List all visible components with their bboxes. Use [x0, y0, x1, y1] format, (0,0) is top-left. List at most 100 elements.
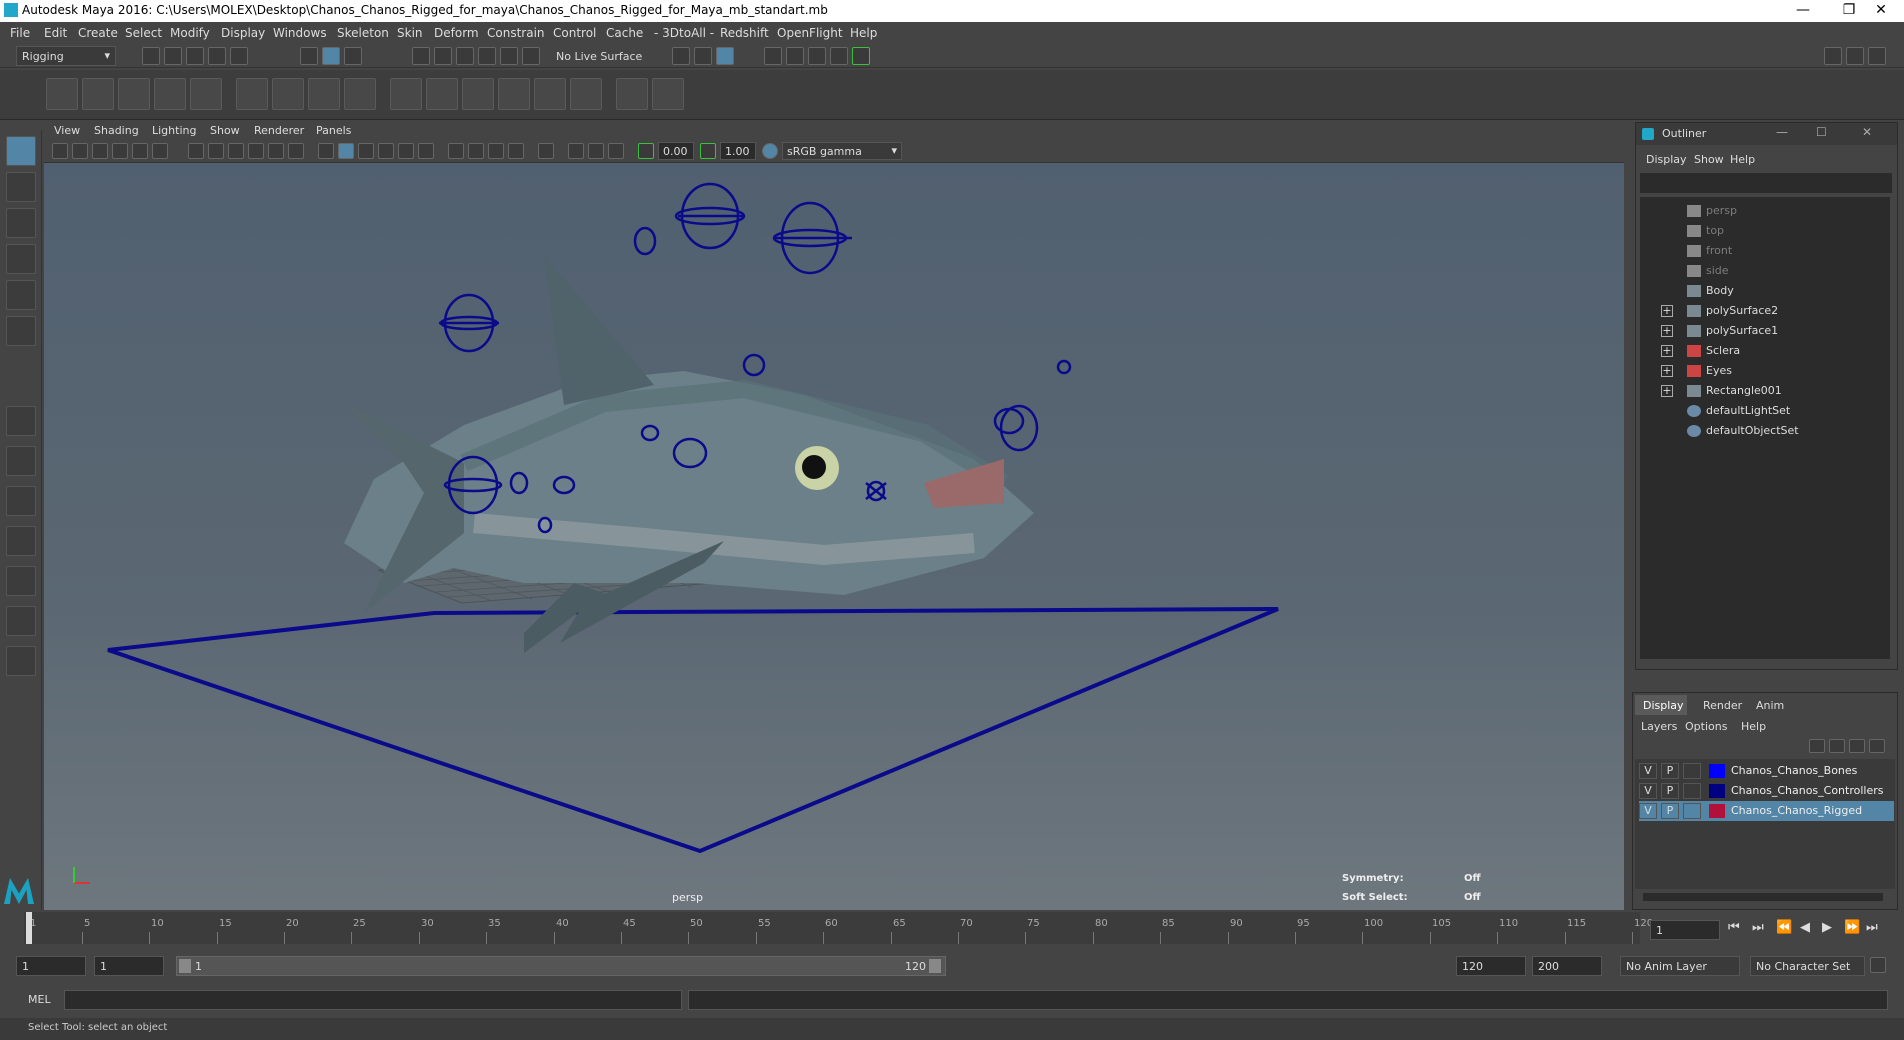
outliner-menu-show[interactable]: Show	[1694, 153, 1724, 166]
group-icon[interactable]	[652, 78, 684, 110]
layer-playback-toggle[interactable]: P	[1661, 763, 1679, 779]
resolution-gate-icon[interactable]	[228, 143, 244, 159]
layer-row[interactable]: V P Chanos_Chanos_Bones	[1639, 761, 1894, 781]
color-management-icon[interactable]	[762, 143, 778, 159]
xray-components-icon[interactable]	[608, 143, 624, 159]
snap-view-icon[interactable]	[478, 47, 496, 65]
joint-tool-icon[interactable]	[46, 78, 78, 110]
start-time-field[interactable]: 1	[16, 956, 86, 976]
step-forward-frame-icon[interactable]: ⏩	[1844, 920, 1860, 935]
ambient-occlusion-icon[interactable]	[448, 143, 464, 159]
camera-select-icon[interactable]	[52, 143, 68, 159]
outliner-item[interactable]: top	[1640, 221, 1880, 241]
end-time-field[interactable]: 200	[1532, 956, 1602, 976]
select-component-icon[interactable]	[344, 47, 362, 65]
menu-edit[interactable]: Edit	[44, 26, 67, 40]
menu-select[interactable]: Select	[125, 26, 162, 40]
construction-history-icon[interactable]	[694, 47, 712, 65]
layer-visibility-toggle[interactable]: V	[1639, 783, 1657, 799]
layer-row-selected[interactable]: V P Chanos_Chanos_Rigged	[1639, 801, 1894, 821]
current-frame-field[interactable]: 1	[1650, 920, 1720, 940]
outliner-item[interactable]: defaultLightSet	[1640, 401, 1880, 421]
safe-action-icon[interactable]	[288, 143, 304, 159]
layer-color-swatch[interactable]	[1709, 764, 1725, 778]
help-menu[interactable]: Help	[1741, 720, 1766, 733]
snap-curve-icon[interactable]	[434, 47, 452, 65]
paint-select-tool-icon[interactable]	[6, 208, 36, 238]
layer-display-type-toggle[interactable]	[1683, 803, 1701, 819]
menu-control[interactable]: Control	[553, 26, 596, 40]
hypershade-icon[interactable]	[830, 47, 848, 65]
redo-icon[interactable]	[230, 47, 248, 65]
menuset-dropdown[interactable]: Rigging ▾	[16, 46, 116, 66]
persp-outliner-layout-icon[interactable]	[6, 486, 36, 516]
ik-spline-icon[interactable]	[118, 78, 150, 110]
layer-visibility-toggle[interactable]: V	[1639, 803, 1657, 819]
outliner-item[interactable]: + Rectangle001	[1640, 381, 1880, 401]
lasso-tool-icon[interactable]	[6, 172, 36, 202]
shadows-icon[interactable]	[418, 143, 434, 159]
workspace-icon[interactable]	[1824, 47, 1842, 65]
vp-menu-show[interactable]: Show	[210, 124, 240, 137]
menu-openflight[interactable]: OpenFlight	[777, 26, 843, 40]
use-all-lights-icon[interactable]	[398, 143, 414, 159]
expand-icon[interactable]: +	[1661, 385, 1673, 397]
tab-render[interactable]: Render	[1703, 699, 1742, 712]
outliner-item[interactable]: persp	[1640, 201, 1880, 221]
lattice-icon[interactable]	[308, 78, 340, 110]
outliner-menu-display[interactable]: Display	[1646, 153, 1687, 166]
auto-key-icon[interactable]	[1870, 957, 1886, 973]
exposure-field[interactable]: 0.00	[658, 142, 694, 160]
scale-tool-icon[interactable]	[6, 316, 36, 346]
menu-file[interactable]: File	[10, 26, 30, 40]
field-chart-icon[interactable]	[268, 143, 284, 159]
step-back-frame-icon[interactable]: ⏪	[1776, 920, 1792, 935]
exposure-icon[interactable]	[638, 143, 654, 159]
menu-modify[interactable]: Modify	[170, 26, 210, 40]
outliner-item[interactable]: side	[1640, 261, 1880, 281]
smooth-shade-icon[interactable]	[338, 143, 354, 159]
range-start-handle[interactable]	[179, 959, 191, 973]
time-ruler[interactable]: 1 5 10 15 20 25 30 35 40 45 50 55 60 65 70 75 80 85 90 95 10…	[24, 912, 1653, 944]
vp-menu-shading[interactable]: Shading	[94, 124, 139, 137]
layer-display-type-toggle[interactable]	[1683, 783, 1701, 799]
wireframe-icon[interactable]	[318, 143, 334, 159]
outliner-item[interactable]: + polySurface2	[1640, 301, 1880, 321]
expand-icon[interactable]: +	[1661, 305, 1673, 317]
layer-color-swatch[interactable]	[1709, 804, 1725, 818]
undo-icon[interactable]	[208, 47, 226, 65]
channel-box-toggle-icon[interactable]	[1846, 47, 1864, 65]
wireframe-on-shaded-icon[interactable]	[358, 143, 374, 159]
menu-redshift[interactable]: Redshift	[720, 26, 769, 40]
outliner-item[interactable]: + Sclera	[1640, 341, 1880, 361]
orient-constraint-icon[interactable]	[462, 78, 494, 110]
expand-icon[interactable]: +	[1661, 345, 1673, 357]
snap-grid-icon[interactable]	[412, 47, 430, 65]
new-scene-icon[interactable]	[142, 47, 160, 65]
snap-vertex-icon[interactable]	[522, 47, 540, 65]
gamma-icon[interactable]	[700, 143, 716, 159]
outliner-item[interactable]: + Eyes	[1640, 361, 1880, 381]
open-scene-icon[interactable]	[164, 47, 182, 65]
outliner-tree[interactable]: persp top front side Body + polySurface2 …	[1640, 197, 1890, 659]
playback-start-field[interactable]: 1	[94, 956, 164, 976]
menu-deform[interactable]: Deform	[434, 26, 479, 40]
options-menu[interactable]: Options	[1685, 720, 1727, 733]
color-space-dropdown[interactable]: sRGB gamma ▾	[782, 142, 902, 160]
render-settings-icon[interactable]	[716, 47, 734, 65]
camera-lock-icon[interactable]	[72, 143, 88, 159]
image-plane-icon[interactable]	[112, 143, 128, 159]
menu-skeleton[interactable]: Skeleton	[337, 26, 389, 40]
current-time-indicator[interactable]	[26, 912, 32, 944]
grid-toggle-icon[interactable]	[188, 143, 204, 159]
move-layer-up-icon[interactable]	[1809, 739, 1825, 753]
new-empty-layer-icon[interactable]	[1849, 739, 1865, 753]
anim-layer-dropdown[interactable]: No Anim Layer	[1620, 956, 1740, 976]
render-view-icon[interactable]	[764, 47, 782, 65]
menu-windows[interactable]: Windows	[273, 26, 327, 40]
grease-pencil-icon[interactable]	[132, 143, 148, 159]
close-button[interactable]: ✕	[1858, 0, 1904, 22]
outliner-menu-help[interactable]: Help	[1730, 153, 1755, 166]
step-back-key-icon[interactable]: ⏭	[1752, 920, 1764, 935]
layer-row[interactable]: V P Chanos_Chanos_Controllers	[1639, 781, 1894, 801]
